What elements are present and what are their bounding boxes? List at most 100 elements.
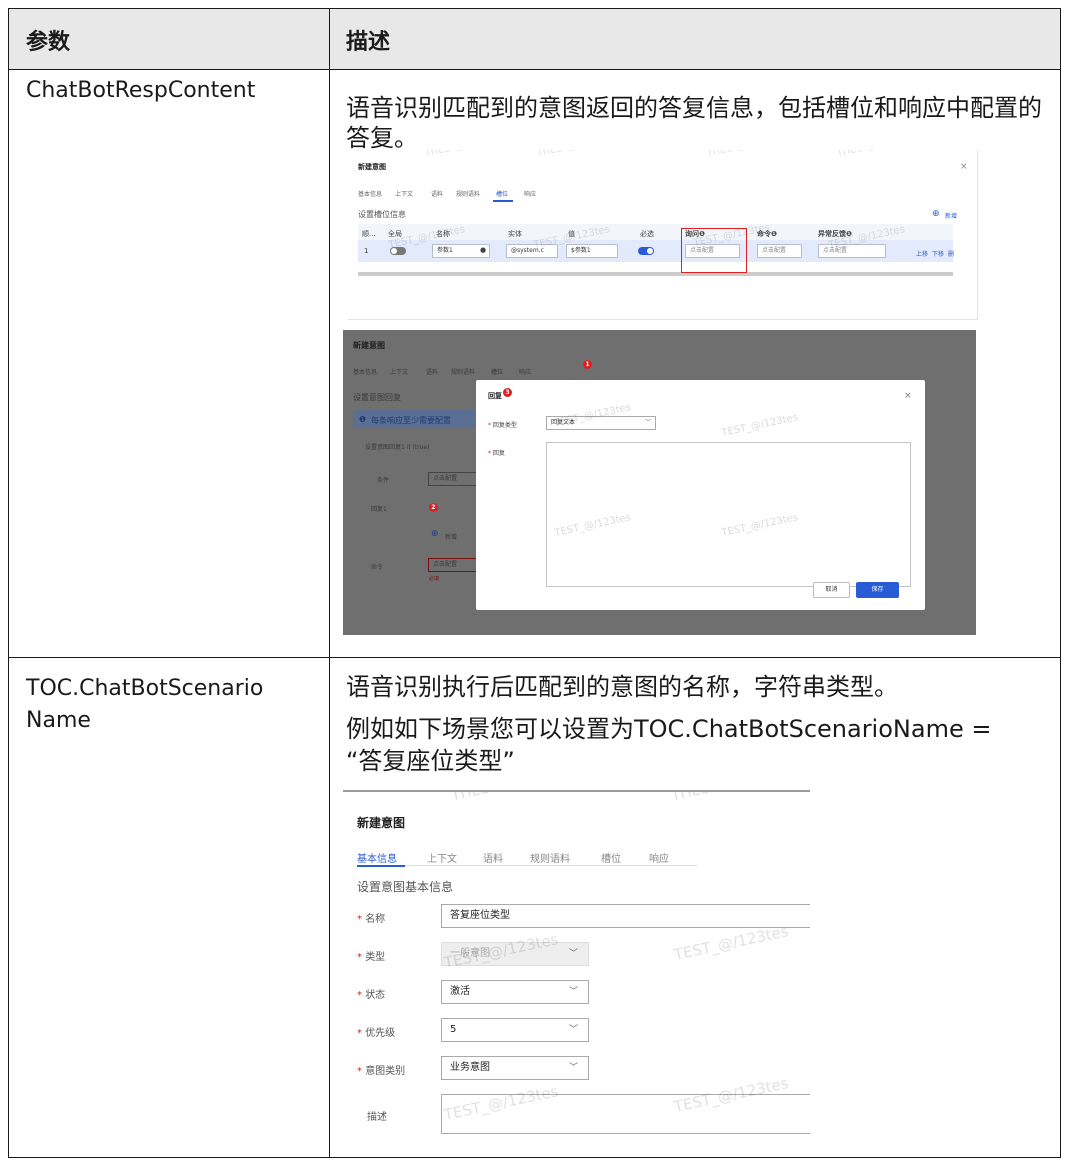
response-config-screenshot: 新建意图 基本信息 上下文 语料 规则语料 槽位 响应 1 设置意图回复 ❶ 每… xyxy=(343,330,976,635)
tab-basic[interactable]: 基本信息 xyxy=(357,850,397,865)
param-name-2: TOC.ChatBotScenario Name xyxy=(26,673,316,737)
command-label: 命令 xyxy=(371,564,384,571)
param-desc-2-line3: “答复座位类型” xyxy=(346,747,515,775)
tab-slot[interactable]: 槽位 xyxy=(496,189,508,198)
collapse-title[interactable]: 设置意图回复1 if (true) xyxy=(365,442,429,451)
watermark: ITIES-@ xyxy=(672,792,732,804)
name-input[interactable]: 答复座位类型 xyxy=(441,904,810,928)
section-title: 设置槽位信息 xyxy=(358,210,406,219)
add-icon[interactable]: ⊕ xyxy=(431,529,439,539)
tab-context[interactable]: 上下文 xyxy=(395,189,413,198)
step-badge-2: 2 xyxy=(429,503,438,512)
watermark: TEST_@/123tes xyxy=(720,412,799,439)
info-text: 每条响应至少需要配置 xyxy=(371,416,451,425)
param-desc-1: 语音识别匹配到的意图返回的答复信息，包括槽位和响应中配置的答复。 xyxy=(346,94,1042,152)
chevron-down-icon: ﹀ xyxy=(568,949,578,959)
command-input[interactable]: 点击配置 xyxy=(428,558,478,572)
col-entity: 实体 xyxy=(508,230,522,238)
column-divider xyxy=(329,9,330,1157)
reply1-label: 回复1 xyxy=(371,506,387,513)
header-param: 参数 xyxy=(26,30,71,55)
dialog-title: 新建意图 xyxy=(358,163,386,171)
command-config-input[interactable]: 点击配置 xyxy=(757,244,802,258)
tab-context[interactable]: 上下文 xyxy=(390,367,408,376)
watermark: ITIES-@ xyxy=(537,150,577,159)
required-toggle[interactable] xyxy=(638,247,654,255)
watermark: TEST_@/123tes xyxy=(672,922,791,964)
horizontal-scrollbar[interactable] xyxy=(358,272,953,276)
reply-label: * 回复 xyxy=(488,450,505,457)
tab-context[interactable]: 上下文 xyxy=(427,850,457,865)
section-title: 设置意图回复 xyxy=(353,393,401,402)
tab-basic[interactable]: 基本信息 xyxy=(353,367,377,376)
basic-info-screenshot: ITIES-@ ITIES-@ 新建意图 基本信息 上下文 语料 规则语料 槽位… xyxy=(343,790,810,1152)
tab-corpus[interactable]: 语料 xyxy=(483,850,503,865)
add-button[interactable]: 新增 xyxy=(945,211,957,220)
info-icon: ● xyxy=(480,246,487,254)
tab-basic[interactable]: 基本信息 xyxy=(358,189,382,198)
tab-slot[interactable]: 槽位 xyxy=(491,367,503,376)
add-icon[interactable]: ⊕ xyxy=(932,209,940,219)
row-index: 1 xyxy=(364,247,369,255)
tab-rule-corpus[interactable]: 规则语料 xyxy=(530,850,570,865)
condition-input[interactable]: 点击配置 xyxy=(428,472,478,486)
tab-response[interactable]: 响应 xyxy=(649,850,669,865)
param-desc-2-line2: 例如如下场景您可以设置为TOC.ChatBotScenarioName = xyxy=(346,715,992,743)
tab-response[interactable]: 响应 xyxy=(524,189,536,198)
row-divider xyxy=(9,69,1060,70)
watermark: ITIES-@ xyxy=(425,150,465,159)
close-icon[interactable]: × xyxy=(960,162,968,172)
row-divider xyxy=(9,657,1060,658)
tab-corpus[interactable]: 语料 xyxy=(431,189,443,198)
description-label: 描述 xyxy=(367,1112,387,1123)
active-tab-indicator xyxy=(357,865,405,867)
watermark: ITIES-@ xyxy=(452,792,512,804)
tab-slot[interactable]: 槽位 xyxy=(601,850,621,865)
delete-link[interactable]: 删 xyxy=(948,249,954,258)
chevron-down-icon: ﹀ xyxy=(568,1025,578,1035)
param-name-1: ChatBotRespContent xyxy=(26,78,256,103)
chevron-down-icon: ﹀ xyxy=(644,419,651,426)
priority-label: * 优先级 xyxy=(357,1028,396,1039)
tab-response[interactable]: 响应 xyxy=(519,367,531,376)
move-down-link[interactable]: 下移 xyxy=(932,249,944,258)
tab-rule-corpus[interactable]: 规则语料 xyxy=(451,367,475,376)
reply-dialog-title: 回复 xyxy=(488,392,502,400)
name-label: * 名称 xyxy=(357,914,386,925)
col-order: 顺... xyxy=(362,230,376,238)
required-hint: 必填 xyxy=(429,576,440,582)
chevron-down-icon: ﹀ xyxy=(568,987,578,997)
watermark: ITIES-@ xyxy=(837,150,877,159)
tab-corpus[interactable]: 语料 xyxy=(426,367,438,376)
save-button[interactable]: 保存 xyxy=(856,582,899,598)
reply-type-label: * 回复类型 xyxy=(488,422,517,429)
reply-dialog: 回复 3 × * 回复类型 回复文本 ﹀ * 回复 TEST_@/123tes T… xyxy=(476,380,925,610)
category-select[interactable]: 业务意图 ﹀ xyxy=(441,1056,589,1080)
move-up-link[interactable]: 上移 xyxy=(916,249,928,258)
close-icon[interactable]: × xyxy=(904,391,912,401)
step-badge-1: 1 xyxy=(583,360,592,369)
reply-textarea[interactable] xyxy=(546,442,911,587)
slot-config-screenshot: ITIES-@ ITIES-@ ITIES-@ ITIES-@ 新建意图 × 基… xyxy=(348,150,978,320)
status-select[interactable]: 激活 ﹀ xyxy=(441,980,589,1004)
condition-label: 条件 xyxy=(377,477,390,484)
param-name-2-line1: TOC.ChatBotScenario xyxy=(26,676,264,701)
step-badge-3: 3 xyxy=(503,388,512,397)
header-desc: 描述 xyxy=(346,30,391,55)
param-desc-2-line1: 语音识别执行后匹配到的意图的名称，字符串类型。 xyxy=(346,673,898,701)
active-tab-indicator xyxy=(493,200,513,202)
tab-rule-corpus[interactable]: 规则语料 xyxy=(456,189,480,198)
section-title: 设置意图基本信息 xyxy=(357,880,454,894)
chevron-down-icon: ﹀ xyxy=(568,1063,578,1073)
dialog-title: 新建意图 xyxy=(357,816,406,830)
add-button[interactable]: 新增 xyxy=(445,532,457,541)
col-required: 必选 xyxy=(640,230,654,238)
table-header: 参数 描述 xyxy=(9,9,1060,69)
value-input[interactable]: $参数1 xyxy=(566,244,618,258)
info-icon: ❶ xyxy=(359,415,367,424)
status-label: * 状态 xyxy=(357,990,386,1001)
priority-select[interactable]: 5 ﹀ xyxy=(441,1018,589,1042)
tab-bar xyxy=(357,846,697,866)
type-label: * 类型 xyxy=(357,952,386,963)
cancel-button[interactable]: 取消 xyxy=(813,582,850,598)
